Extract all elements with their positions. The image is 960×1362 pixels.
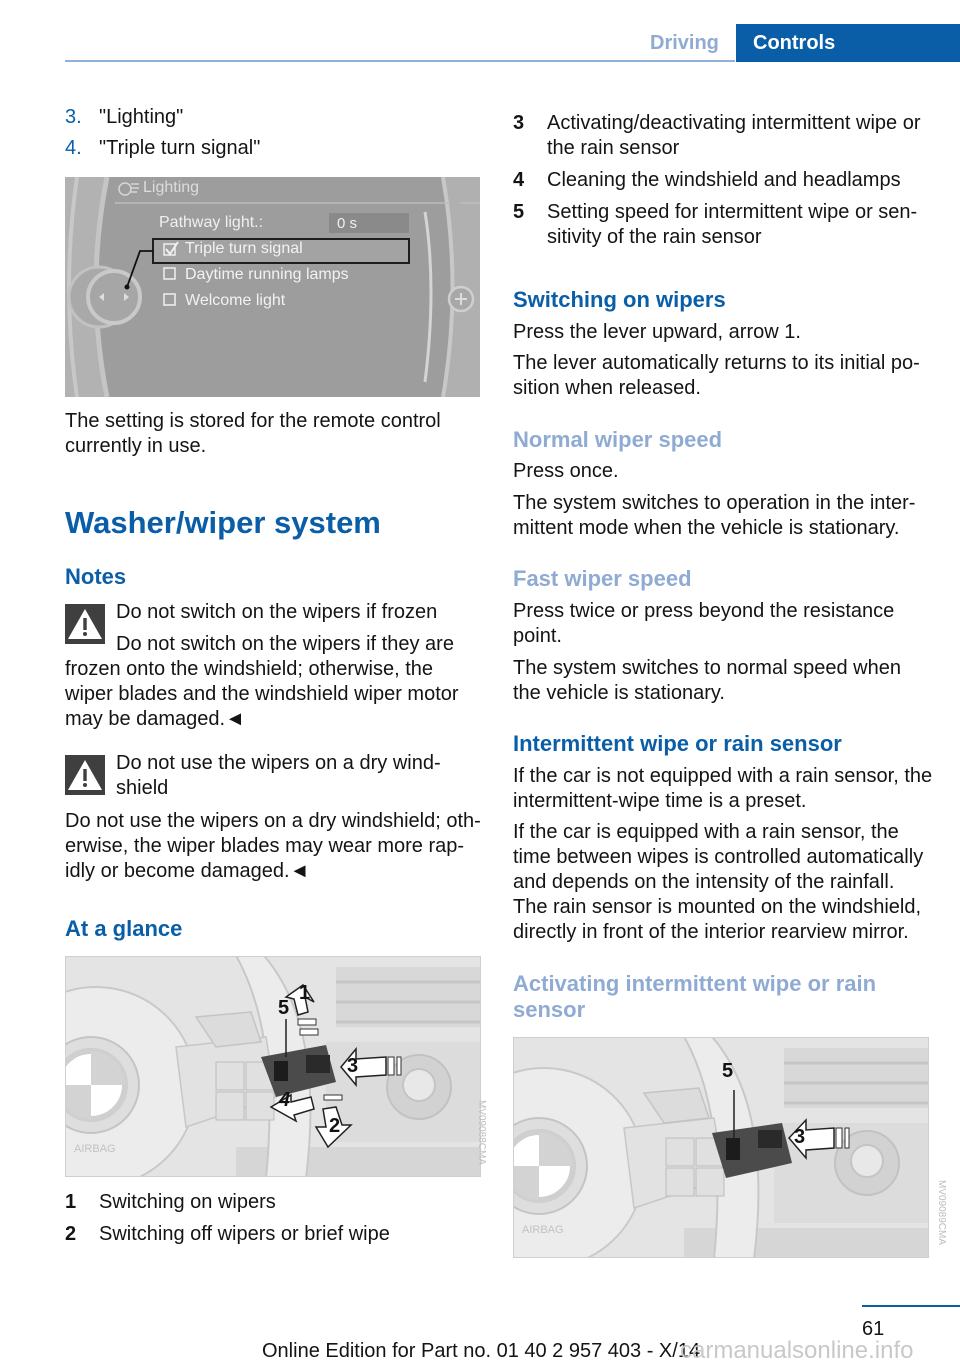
legend-item: 2 Switching off wipers or brief wipe [65,1222,390,1247]
paragraph-line: The lever automatically returns to its i… [513,352,920,374]
pathway-light-label: Pathway light.: [159,214,264,231]
fast-speed-title: Fast wiper speed [513,566,692,591]
switching-on-title: Switching on wipers [513,287,726,312]
step-text: "Lighting" [99,106,184,128]
warning-title-line: shield [116,777,169,799]
legend-text: Switching on wipers [99,1191,276,1213]
paragraph-line: Press once. [513,460,619,482]
warning-body-line: idly or become damaged.◄ [65,860,310,882]
legend-number: 4 [513,169,525,191]
paragraph-line: If the car is not equipped with a rain s… [513,765,933,787]
warning-body-line: frozen onto the windshield; otherwise, t… [65,658,433,680]
callout-5: 5 [278,997,290,1019]
step-number: 4. [65,137,82,159]
legend-number: 2 [65,1223,77,1245]
step-item: 3. "Lighting" [65,105,183,130]
paragraph-line: point. [513,625,562,647]
legend-item: 3 Activating/deactivating intermittent wi… [513,111,921,136]
watermark: carmanualsonline.info [680,1337,914,1362]
at-a-glance-title: At a glance [65,916,183,941]
warning-body-line: Do not use the wipers on a dry windshiel… [65,810,481,832]
warning-body-line: wiper blades and the windshield wiper mo… [65,683,459,705]
callout-5: 5 [722,1060,734,1082]
paragraph-line: time between wipes is controlled automat… [513,846,924,868]
callout-2: 2 [329,1115,341,1137]
paragraph-line: The rain sensor is mounted on the windsh… [513,896,922,918]
paragraph-line: The system switches to operation in the … [513,492,916,514]
step-item: 4. "Triple turn signal" [65,136,260,161]
header-rule [65,60,735,62]
section-title: Washer/wiper system [65,505,381,540]
header-section-driving[interactable]: Driving [650,32,719,55]
figure-code: MV09088CMA [476,1100,487,1166]
screen-title: Lighting [143,179,200,196]
stored-note-line: The setting is stored for the remote con… [65,410,441,432]
warning-title: Do not switch on the wipers if frozen [116,601,438,623]
legend-item: 5 Setting speed for intermittent wipe or … [513,200,917,225]
warning-icon [65,604,105,644]
callout-3: 3 [794,1126,806,1148]
lighting-menu-figure: Lighting Pathway light.: 0 s Triple turn… [65,177,480,397]
option-daytime-running-lamps: Daytime running lamps [185,266,349,283]
wiper-lever-illustration [66,957,480,1176]
legend-text-cont: sitivity of the rain sensor [547,226,762,248]
callout-4: 4 [279,1089,291,1111]
paragraph-line: intermittent-wipe time is a preset. [513,790,807,812]
warning-title-line: Do not use the wipers on a dry wind- [116,752,441,774]
activating-title-line: Activating intermittent wipe or rain [513,971,877,996]
paragraph-line: The system switches to normal speed when [513,657,901,679]
warning-body-line: erwise, the wiper blades may wear more r… [65,835,465,857]
paragraph-line: sition when released. [513,377,701,399]
legend-text: Setting speed for intermittent wipe or s… [547,201,918,223]
legend-text: Cleaning the windshield and headlamps [547,169,901,191]
paragraph-line: directly in front of the interior rearvi… [513,921,909,943]
legend-text-cont: the rain sensor [547,137,680,159]
warning-icon [65,755,105,795]
legend-text: Switching off wipers or brief wipe [99,1223,390,1245]
airbag-label: AIRBAG [522,1224,564,1236]
paragraph-line: and depends on the intensity of the rain… [513,871,895,893]
notes-title: Notes [65,564,127,589]
edition-text: Online Edition for Part no. 01 40 2 957 … [262,1340,701,1362]
legend-number: 5 [513,201,525,223]
paragraph-line: Press twice or press beyond the resistan… [513,600,895,622]
header-chapter-controls[interactable]: Controls [736,24,960,62]
airbag-label: AIRBAG [74,1143,116,1155]
intermittent-title: Intermittent wipe or rain sensor [513,731,842,756]
wiper-lever-figure: 1 2 3 4 5 AIRBAG [65,956,481,1177]
callout-1: 1 [299,982,311,1004]
step-number: 3. [65,106,82,128]
normal-speed-title: Normal wiper speed [513,427,723,452]
figure-code: MV09089CMA [936,1180,947,1246]
warning-body-line: may be damaged.◄ [65,708,245,730]
legend-number: 1 [65,1191,77,1213]
legend-number: 3 [513,112,525,134]
rain-sensor-figure: 5 3 AIRBAG [513,1037,929,1258]
option-welcome-light: Welcome light [185,292,286,309]
footer-rule [862,1305,960,1307]
option-triple-turn-signal: Triple turn signal [185,240,303,257]
paragraph-line: Press the lever upward, arrow 1. [513,321,801,343]
paragraph-line: mittent mode when the vehicle is station… [513,517,900,539]
stored-note-line: currently in use. [65,435,207,457]
legend-text: Activating/deactivating intermittent wip… [547,112,921,134]
warning-body-line: Do not switch on the wipers if they are [116,633,454,655]
pathway-light-value: 0 s [337,215,358,232]
paragraph-line: If the car is equipped with a rain senso… [513,821,899,843]
paragraph-line: the vehicle is stationary. [513,682,725,704]
activating-title-line: sensor [513,997,586,1022]
lighting-menu-screen [65,177,480,397]
callout-3: 3 [347,1055,359,1077]
step-text: "Triple turn signal" [99,137,261,159]
legend-item: 4 Cleaning the windshield and headlamps [513,168,901,193]
legend-item: 1 Switching on wipers [65,1190,276,1215]
